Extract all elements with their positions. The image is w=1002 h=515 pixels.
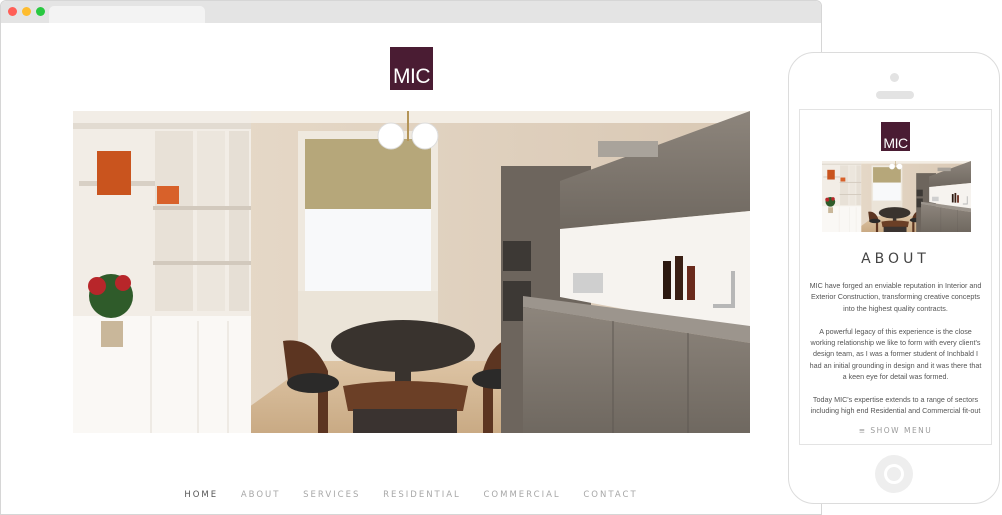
home-button-ring — [884, 464, 904, 484]
minimize-window-dot[interactable] — [22, 7, 31, 16]
nav-item-contact[interactable]: CONTACT — [583, 490, 637, 500]
nav-item-commercial[interactable]: COMMERCIAL — [484, 490, 561, 500]
nav-item-about[interactable]: ABOUT — [241, 490, 281, 500]
mobile-hero-image — [822, 161, 971, 232]
about-paragraph: Today MIC's expertise extends to a range… — [810, 395, 981, 416]
close-window-dot[interactable] — [8, 7, 17, 16]
mobile-screen: MIC ABOUT MIC have forged an enviable re… — [799, 109, 992, 445]
mobile-site-logo[interactable]: MIC — [881, 122, 910, 151]
speaker-grille — [876, 91, 914, 99]
desktop-browser-window: MIC HOME ABOUT SERVICES RESIDENTIAL COMM… — [0, 0, 822, 515]
home-button[interactable] — [875, 455, 913, 493]
nav-item-residential[interactable]: RESIDENTIAL — [383, 490, 461, 500]
nav-item-home[interactable]: HOME — [184, 490, 218, 500]
section-title: ABOUT — [861, 251, 930, 267]
nav-item-services[interactable]: SERVICES — [303, 490, 360, 500]
about-paragraph: MIC have forged an enviable reputation i… — [809, 281, 982, 313]
mobile-logo-text: MIC — [883, 135, 908, 151]
maximize-window-dot[interactable] — [36, 7, 45, 16]
show-menu-button[interactable]: ≡ SHOW MENU — [800, 426, 991, 435]
camera-icon — [890, 73, 899, 82]
site-logo[interactable]: MIC — [390, 47, 433, 90]
hero-image — [73, 111, 750, 433]
browser-title-bar — [1, 1, 821, 23]
browser-tab[interactable] — [49, 6, 205, 23]
about-paragraph: A powerful legacy of this experience is … — [809, 326, 982, 382]
main-navigation: HOME ABOUT SERVICES RESIDENTIAL COMMERCI… — [1, 490, 821, 500]
about-text: MIC have forged an enviable reputation i… — [808, 280, 983, 418]
logo-text: MIC — [393, 65, 431, 88]
mobile-device: MIC ABOUT MIC have forged an enviable re… — [788, 52, 1000, 504]
